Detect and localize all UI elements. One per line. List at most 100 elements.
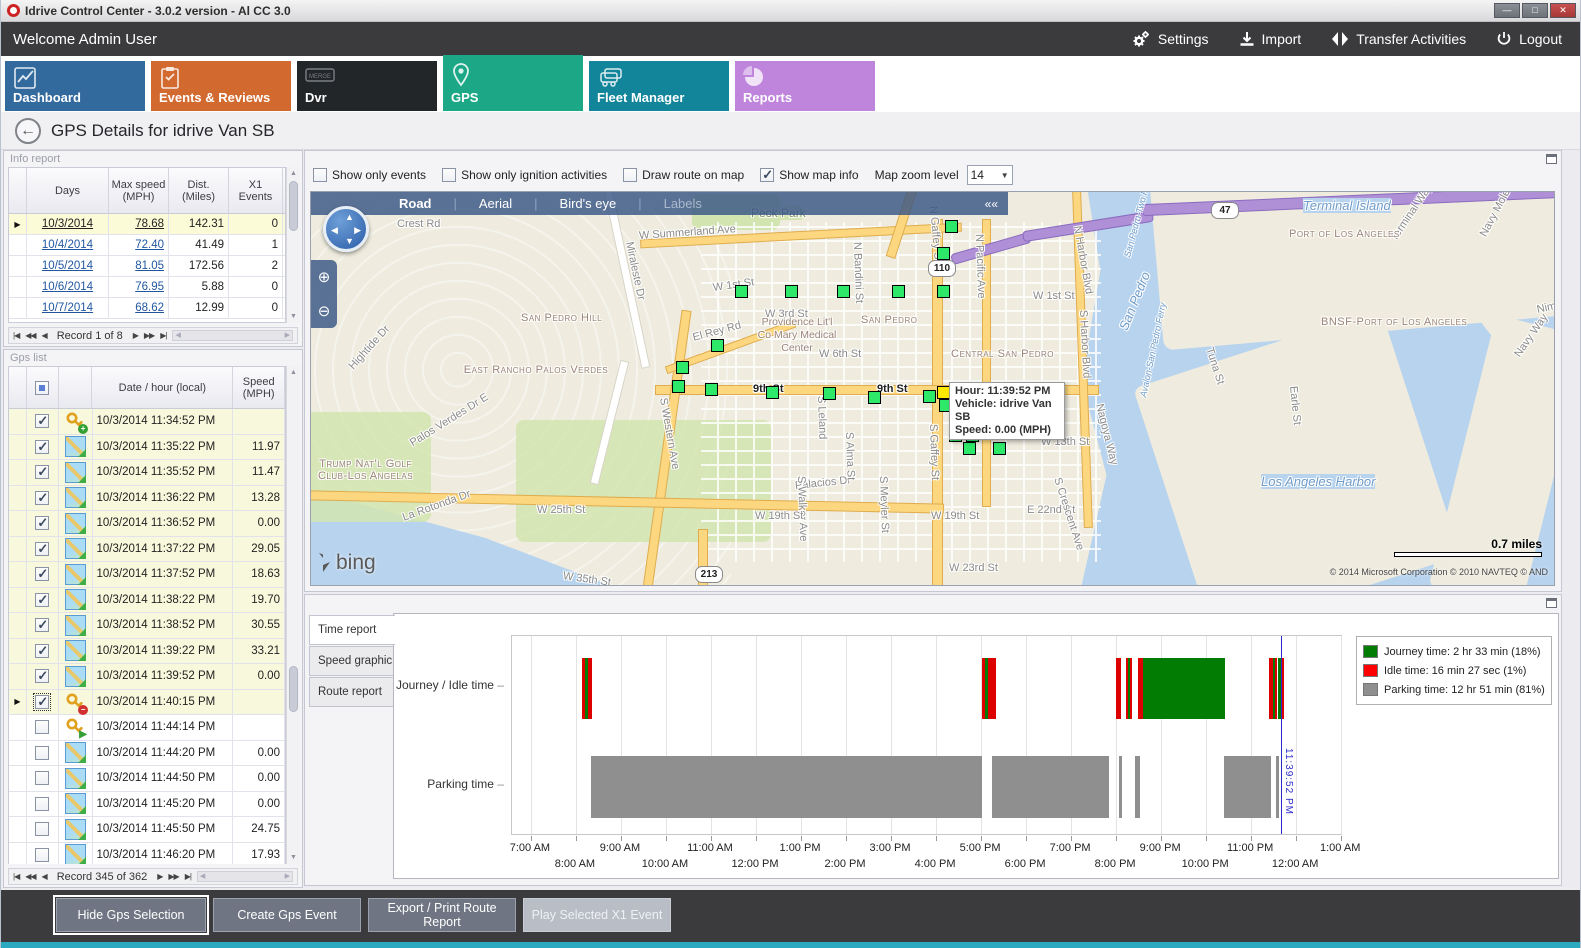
pager-prev-button[interactable]: ◀	[42, 331, 47, 340]
import-button[interactable]: Import	[1239, 31, 1302, 47]
gps-row[interactable]: ▶−10/3/2014 11:40:15 PM	[9, 690, 285, 716]
day-link[interactable]: 10/6/2014	[27, 277, 109, 297]
gps-point-marker[interactable]	[937, 247, 950, 260]
tab-fleet-manager[interactable]: Fleet Manager	[589, 61, 729, 111]
gps-row[interactable]: 10/3/2014 11:37:52 PM18.63	[9, 562, 285, 588]
gps-point-marker[interactable]	[735, 285, 748, 298]
table-row[interactable]: 10/7/201468.6212.990	[9, 298, 285, 319]
gps-point-marker[interactable]	[705, 383, 718, 396]
max-speed-link[interactable]: 68.62	[109, 298, 169, 318]
gps-row[interactable]: ▶10/3/2014 11:44:14 PM	[9, 715, 285, 741]
gps-row[interactable]: 10/3/2014 11:44:20 PM0.00	[9, 741, 285, 767]
selected-gps-point-marker[interactable]	[937, 386, 950, 399]
table-row[interactable]: 10/4/201472.4041.491	[9, 235, 285, 256]
gps-point-marker[interactable]	[937, 285, 950, 298]
gps-point-marker[interactable]	[963, 442, 976, 455]
gps-row[interactable]: 10/3/2014 11:38:52 PM30.55	[9, 613, 285, 639]
bing-map[interactable]: Crest RdMiraleste DrEl Rey RdHightide Dr…	[310, 191, 1555, 586]
gps-row-checkbox[interactable]	[35, 516, 49, 530]
gps-row-checkbox[interactable]	[35, 720, 49, 734]
day-link[interactable]: 10/7/2014	[27, 298, 109, 318]
gps-point-marker[interactable]	[993, 442, 1006, 455]
gps-row[interactable]: 10/3/2014 11:35:52 PM11.47	[9, 460, 285, 486]
minimize-button[interactable]: —	[1494, 3, 1520, 18]
report-tab-speed-graphic[interactable]: Speed graphic	[309, 646, 393, 676]
map-view-aerial[interactable]: Aerial	[479, 196, 512, 211]
gps-row-checkbox[interactable]	[35, 414, 49, 428]
pager-hscrollbar[interactable]: ◀▶	[197, 871, 293, 882]
gps-point-marker[interactable]	[785, 285, 798, 298]
settings-button[interactable]: Settings	[1131, 30, 1209, 48]
day-link[interactable]: 10/4/2014	[27, 235, 109, 255]
tab-reports[interactable]: Reports	[735, 61, 875, 111]
gps-list-scrollbar[interactable]: ▲▼	[286, 366, 300, 864]
gps-point-marker[interactable]	[676, 361, 689, 374]
tab-dvr[interactable]: MERGEDvr	[297, 61, 437, 111]
create-gps-event-button[interactable]: Create Gps Event	[213, 898, 361, 932]
map-view-road[interactable]: Road	[399, 196, 432, 211]
table-row[interactable]: 10/5/201481.05172.562	[9, 256, 285, 277]
gps-row-checkbox[interactable]	[35, 491, 49, 505]
gps-point-marker[interactable]	[945, 220, 958, 233]
map-compass-control[interactable]: ▲▼ ◀▶	[323, 206, 369, 252]
map-panel-restore-icon[interactable]	[1546, 154, 1557, 164]
day-link[interactable]: 10/3/2014	[27, 214, 109, 234]
chart-panel-restore-icon[interactable]	[1546, 598, 1557, 608]
logout-button[interactable]: Logout	[1496, 31, 1562, 47]
gps-point-marker[interactable]	[892, 285, 905, 298]
gps-row[interactable]: 10/3/2014 11:36:52 PM0.00	[9, 511, 285, 537]
gps-row[interactable]: 10/3/2014 11:39:52 PM0.00	[9, 664, 285, 690]
gps-row[interactable]: 10/3/2014 11:37:22 PM29.05	[9, 537, 285, 563]
table-row[interactable]: 10/6/201476.955.880	[9, 277, 285, 298]
gps-point-marker[interactable]	[837, 285, 850, 298]
gps-row-checkbox[interactable]	[35, 771, 49, 785]
pager-first-button[interactable]: |◀	[13, 331, 19, 340]
map-view-labels[interactable]: Labels	[664, 196, 702, 211]
transfer-activities-button[interactable]: Transfer Activities	[1331, 30, 1466, 48]
gps-row[interactable]: 10/3/2014 11:39:22 PM33.21	[9, 639, 285, 665]
tab-events-reviews[interactable]: Events & Reviews	[151, 61, 291, 111]
gps-point-marker[interactable]	[923, 390, 936, 403]
gps-row[interactable]: 10/3/2014 11:44:50 PM0.00	[9, 766, 285, 792]
max-speed-link[interactable]: 72.40	[109, 235, 169, 255]
gps-row-checkbox[interactable]	[35, 440, 49, 454]
gps-row[interactable]: +10/3/2014 11:34:52 PM	[9, 409, 285, 435]
map-zoom-out-button[interactable]: ⊖	[318, 302, 331, 320]
report-tab-time-report[interactable]: Time report	[309, 615, 395, 645]
gps-row-checkbox[interactable]	[35, 542, 49, 556]
map-view-bird-s-eye[interactable]: Bird's eye	[560, 196, 617, 211]
back-button[interactable]: ←	[15, 118, 41, 144]
export-print-route-report-button[interactable]: Export / Print Route Report	[368, 898, 516, 932]
map-option-checkbox[interactable]	[760, 168, 774, 182]
gps-row-checkbox[interactable]	[35, 797, 49, 811]
gps-point-marker[interactable]	[766, 386, 779, 399]
gps-row-checkbox[interactable]	[35, 822, 49, 836]
report-tab-route-report[interactable]: Route report	[309, 677, 393, 707]
gps-point-marker[interactable]	[672, 380, 685, 393]
gps-row[interactable]: 10/3/2014 11:35:22 PM11.97	[9, 435, 285, 461]
gps-point-marker[interactable]	[823, 387, 836, 400]
map-option-checkbox[interactable]	[313, 168, 327, 182]
map-zoom-in-button[interactable]: ⊕	[318, 268, 331, 286]
map-zoom-select[interactable]: 14▼	[967, 165, 1013, 185]
gps-point-marker[interactable]	[868, 391, 881, 404]
table-row[interactable]: ▶10/3/201478.68142.310	[9, 214, 285, 235]
gps-row-checkbox[interactable]	[35, 465, 49, 479]
pager-next-button[interactable]: ▶	[133, 331, 138, 340]
map-option-checkbox[interactable]	[442, 168, 456, 182]
gps-row[interactable]: 10/3/2014 11:46:20 PM17.93	[9, 843, 285, 865]
gps-row-checkbox[interactable]	[35, 618, 49, 632]
close-button[interactable]: ✕	[1550, 3, 1576, 18]
gps-row[interactable]: 10/3/2014 11:38:22 PM19.70	[9, 588, 285, 614]
max-speed-link[interactable]: 81.05	[109, 256, 169, 276]
gps-point-marker[interactable]	[711, 339, 724, 352]
tab-gps[interactable]: GPS	[443, 58, 583, 111]
max-speed-link[interactable]: 78.68	[109, 214, 169, 234]
gps-row-checkbox[interactable]	[35, 567, 49, 581]
gps-row[interactable]: 10/3/2014 11:36:22 PM13.28	[9, 486, 285, 512]
gps-row[interactable]: 10/3/2014 11:45:20 PM0.00	[9, 792, 285, 818]
pager-last-button[interactable]: ▶|	[185, 872, 191, 881]
max-speed-link[interactable]: 76.95	[109, 277, 169, 297]
pager-first-button[interactable]: |◀	[13, 872, 19, 881]
collapse-toolbar-icon[interactable]: ««	[985, 197, 998, 211]
